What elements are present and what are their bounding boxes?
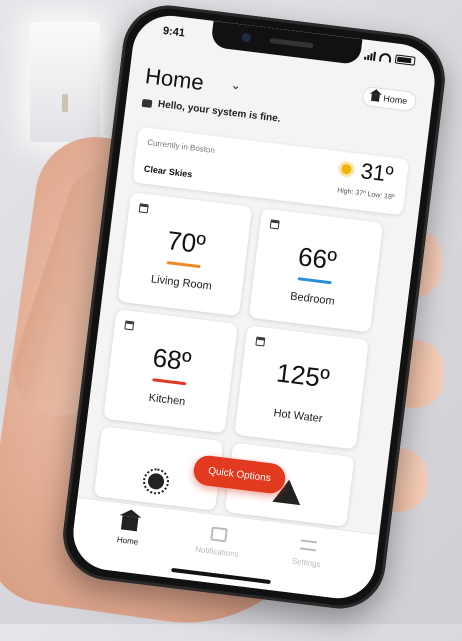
battery-icon <box>394 54 416 66</box>
zone-indicator-bar <box>166 261 201 269</box>
wifi-icon <box>378 52 392 63</box>
tab-settings-label: Settings <box>291 556 322 569</box>
schedule-icon <box>124 320 135 331</box>
phone: 9:41 Home ⌄ Home Hello, your system is f… <box>57 0 451 614</box>
zone-temp: 68º <box>151 342 193 377</box>
system-status-text: Hello, your system is fine. <box>157 98 282 125</box>
speaker-grill <box>269 37 314 49</box>
tab-home[interactable]: Home <box>82 511 175 551</box>
zone-temp: 66º <box>296 241 339 276</box>
zone-card-hot-water[interactable]: 125º Hot Water <box>234 325 369 450</box>
sun-icon <box>340 163 353 175</box>
camera-icon <box>241 32 252 43</box>
zone-card-kitchen[interactable]: 68º Kitchen <box>103 309 238 434</box>
zone-name: Hot Water <box>272 407 324 426</box>
schedule-icon <box>269 219 280 230</box>
status-check-icon <box>141 98 153 108</box>
weather-high-low: High: 37º Low: 18º <box>336 187 395 202</box>
chevron-down-icon[interactable]: ⌄ <box>230 78 242 93</box>
zone-card-living-room[interactable]: 70º Living Room <box>117 192 253 317</box>
tab-notifications[interactable]: Notifications <box>172 522 265 562</box>
zone-indicator-bar <box>152 378 187 386</box>
house-icon <box>371 93 380 102</box>
zone-temp: 125º <box>274 357 332 394</box>
system-status: Hello, your system is fine. <box>141 97 281 125</box>
zone-name: Living Room <box>150 273 213 293</box>
signal-icon <box>363 51 376 61</box>
weather-location: Currently in Boston <box>146 137 216 156</box>
zone-indicator-bar <box>297 277 332 285</box>
schedule-icon <box>255 336 266 347</box>
notch <box>210 20 363 66</box>
weather-condition: Clear Skies <box>143 163 193 180</box>
page-title[interactable]: Home <box>144 63 205 96</box>
weather-temp: 31º <box>359 158 395 187</box>
phone-screen: 9:41 Home ⌄ Home Hello, your system is f… <box>69 11 439 603</box>
tab-settings[interactable]: Settings <box>261 533 354 573</box>
wall-light-knob <box>62 94 68 112</box>
wall-light <box>30 22 100 142</box>
zone-temp: 70º <box>165 225 208 260</box>
home-selector-button[interactable]: Home <box>361 85 418 113</box>
zone-card-bedroom[interactable]: 66º Bedroom <box>248 208 384 333</box>
settings-sliders-icon <box>299 539 317 552</box>
home-indicator[interactable] <box>171 567 271 585</box>
zone-name: Bedroom <box>289 290 336 308</box>
notifications-icon <box>210 526 228 543</box>
status-icons <box>363 51 416 66</box>
tab-notifications-label: Notifications <box>194 544 240 559</box>
sun-icon <box>147 472 165 491</box>
home-button-label: Home <box>382 93 408 107</box>
home-icon <box>120 515 139 532</box>
schedule-icon <box>138 203 149 214</box>
status-time: 9:41 <box>162 24 186 40</box>
zone-name: Kitchen <box>148 391 186 409</box>
tab-home-label: Home <box>116 535 139 547</box>
